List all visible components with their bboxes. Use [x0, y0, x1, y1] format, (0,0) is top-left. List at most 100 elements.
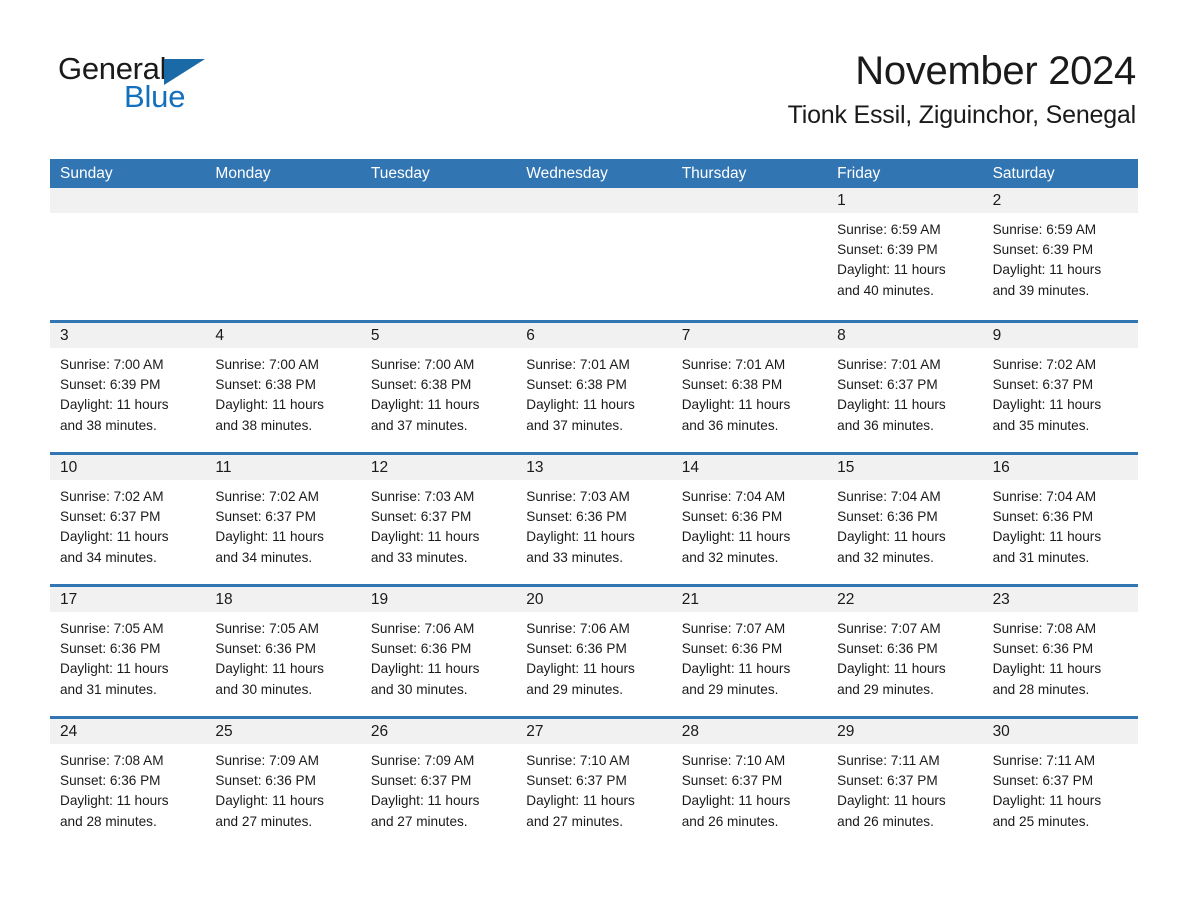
day-cell[interactable]: 4 Sunrise: 7:00 AM Sunset: 6:38 PM Daylight…	[205, 323, 361, 452]
day-cell[interactable]: 25 Sunrise: 7:09 AM Sunset: 6:36 PM Dayligh…	[205, 719, 361, 848]
daylight-text-line1: Daylight: 11 hours	[60, 397, 169, 413]
day-cell[interactable]	[360, 188, 517, 320]
day-number: 29	[827, 719, 983, 744]
day-number	[360, 188, 517, 213]
sunrise-text: Sunrise: 7:03 AM	[370, 489, 475, 504]
sunrise-text: Sunrise: 7:10 AM	[526, 753, 630, 768]
week-row: 1 Sunrise: 6:59 AM Sunset: 6:39 PM Daylight…	[50, 188, 1138, 320]
day-cell[interactable]: 28 Sunrise: 7:10 AM Sunset: 6:37 PM Dayligh…	[671, 719, 828, 848]
daylight-text-line1: Daylight: 11 hours	[215, 397, 324, 413]
generalblue-logo[interactable]: General Blue	[58, 52, 318, 116]
day-number: 8	[827, 323, 983, 348]
sunrise-text: Sunrise: 7:05 AM	[215, 621, 319, 636]
sunset-text: Sunset: 6:36 PM	[992, 641, 1094, 657]
day-cell[interactable]: 24 Sunrise: 7:08 AM Sunset: 6:36 PM Dayligh…	[50, 719, 206, 848]
day-number: 6	[516, 323, 672, 348]
day-cell[interactable]: 5 Sunrise: 7:00 AM Sunset: 6:38 PM Daylight…	[360, 323, 517, 452]
page-title: November 2024	[855, 49, 1136, 93]
daylight-text-line2: and 27 minutes.	[215, 813, 313, 829]
day-details: Sunrise: 7:09 AM Sunset: 6:37 PM Daylight:…	[361, 744, 516, 832]
sunset-text: Sunset: 6:36 PM	[370, 641, 472, 657]
sunrise-text: Sunrise: 6:59 AM	[837, 222, 941, 237]
day-cell[interactable]: 7 Sunrise: 7:01 AM Sunset: 6:38 PM Daylight…	[671, 323, 828, 452]
day-cell[interactable]: 18 Sunrise: 7:05 AM Sunset: 6:36 PM Dayligh…	[205, 587, 361, 716]
day-cell[interactable]: 2 Sunrise: 6:59 AM Sunset: 6:39 PM Daylight…	[982, 188, 1138, 320]
day-cell[interactable]: 19 Sunrise: 7:06 AM Sunset: 6:36 PM Dayligh…	[360, 587, 517, 716]
day-details: Sunrise: 7:10 AM Sunset: 6:37 PM Daylight:…	[516, 744, 671, 832]
sunrise-text: Sunrise: 7:02 AM	[215, 489, 319, 504]
day-number: 24	[50, 719, 206, 744]
day-cell[interactable]: 14 Sunrise: 7:04 AM Sunset: 6:36 PM Dayligh…	[671, 455, 828, 584]
day-cell[interactable]: 29 Sunrise: 7:11 AM Sunset: 6:37 PM Dayligh…	[827, 719, 983, 848]
day-number: 19	[360, 587, 517, 612]
day-cell[interactable]: 3 Sunrise: 7:00 AM Sunset: 6:39 PM Daylight…	[50, 323, 206, 452]
day-cell[interactable]	[205, 188, 361, 320]
sunrise-text: Sunrise: 6:59 AM	[992, 222, 1097, 237]
sunrise-text: Sunrise: 7:06 AM	[526, 621, 630, 636]
daylight-text-line2: and 33 minutes.	[370, 549, 468, 565]
sunrise-text: Sunrise: 7:09 AM	[370, 753, 475, 768]
sunset-text: Sunset: 6:39 PM	[60, 377, 161, 393]
day-number: 26	[360, 719, 517, 744]
daylight-text-line1: Daylight: 11 hours	[370, 661, 480, 677]
calendar-page: General Blue November 2024 Tionk Essil, …	[0, 0, 1188, 918]
day-details: Sunrise: 7:06 AM Sunset: 6:36 PM Daylight:…	[361, 612, 516, 700]
day-cell[interactable]: 16 Sunrise: 7:04 AM Sunset: 6:36 PM Dayligh…	[982, 455, 1138, 584]
day-cell[interactable]: 22 Sunrise: 7:07 AM Sunset: 6:36 PM Dayligh…	[827, 587, 983, 716]
day-cell[interactable]: 20 Sunrise: 7:06 AM Sunset: 6:36 PM Dayligh…	[516, 587, 672, 716]
day-details	[205, 213, 360, 220]
daylight-text-line2: and 34 minutes.	[215, 549, 313, 565]
day-cell[interactable]: 13 Sunrise: 7:03 AM Sunset: 6:36 PM Dayligh…	[516, 455, 672, 584]
day-number: 25	[205, 719, 361, 744]
day-cell[interactable]: 10 Sunrise: 7:02 AM Sunset: 6:37 PM Dayligh…	[50, 455, 206, 584]
day-details: Sunrise: 7:09 AM Sunset: 6:36 PM Daylight:…	[205, 744, 360, 832]
day-cell[interactable]: 6 Sunrise: 7:01 AM Sunset: 6:38 PM Daylight…	[516, 323, 672, 452]
logo-top-row: General	[58, 52, 318, 86]
day-cell[interactable]: 26 Sunrise: 7:09 AM Sunset: 6:37 PM Dayligh…	[360, 719, 517, 848]
sunrise-text: Sunrise: 7:02 AM	[60, 489, 164, 504]
daylight-text-line1: Daylight: 11 hours	[837, 397, 946, 413]
day-cell[interactable]: 30 Sunrise: 7:11 AM Sunset: 6:37 PM Dayligh…	[982, 719, 1138, 848]
daylight-text-line2: and 30 minutes.	[370, 681, 468, 697]
day-details	[672, 213, 827, 220]
day-number: 16	[982, 455, 1138, 480]
day-cell[interactable]: 8 Sunrise: 7:01 AM Sunset: 6:37 PM Daylight…	[827, 323, 983, 452]
day-number: 30	[982, 719, 1138, 744]
sunset-text: Sunset: 6:37 PM	[992, 377, 1094, 393]
daylight-text-line2: and 32 minutes.	[837, 549, 934, 565]
page-header: General Blue November 2024 Tionk Essil, …	[0, 0, 1188, 129]
day-details	[50, 213, 205, 220]
day-cell[interactable]	[50, 188, 206, 320]
day-details: Sunrise: 7:11 AM Sunset: 6:37 PM Daylight:…	[827, 744, 982, 832]
day-details: Sunrise: 7:08 AM Sunset: 6:36 PM Daylight:…	[50, 744, 205, 832]
daylight-text-line1: Daylight: 11 hours	[215, 793, 324, 809]
daylight-text-line1: Daylight: 11 hours	[526, 529, 635, 545]
day-number: 12	[360, 455, 517, 480]
sunrise-text: Sunrise: 7:09 AM	[215, 753, 319, 768]
day-cell[interactable]: 17 Sunrise: 7:05 AM Sunset: 6:36 PM Dayligh…	[50, 587, 206, 716]
day-details: Sunrise: 7:07 AM Sunset: 6:36 PM Daylight:…	[672, 612, 827, 700]
day-cell[interactable]: 9 Sunrise: 7:02 AM Sunset: 6:37 PM Daylight…	[982, 323, 1138, 452]
daylight-text-line2: and 33 minutes.	[526, 549, 624, 565]
day-details: Sunrise: 7:02 AM Sunset: 6:37 PM Daylight:…	[983, 348, 1138, 436]
day-cell[interactable]: 15 Sunrise: 7:04 AM Sunset: 6:36 PM Dayligh…	[827, 455, 983, 584]
week-row: 3 Sunrise: 7:00 AM Sunset: 6:39 PM Daylight…	[50, 320, 1138, 452]
day-cell[interactable]	[516, 188, 672, 320]
day-cell[interactable]: 1 Sunrise: 6:59 AM Sunset: 6:39 PM Daylight…	[827, 188, 983, 320]
sunset-text: Sunset: 6:38 PM	[215, 377, 316, 393]
day-number: 4	[205, 323, 361, 348]
weekday-header-monday: Monday	[215, 165, 271, 182]
day-number: 23	[982, 587, 1138, 612]
day-number: 5	[360, 323, 517, 348]
week-row: 24 Sunrise: 7:08 AM Sunset: 6:36 PM Dayligh…	[50, 716, 1138, 848]
day-cell[interactable]: 23 Sunrise: 7:08 AM Sunset: 6:36 PM Dayligh…	[982, 587, 1138, 716]
daylight-text-line1: Daylight: 11 hours	[60, 529, 169, 545]
day-cell[interactable]: 21 Sunrise: 7:07 AM Sunset: 6:36 PM Dayligh…	[671, 587, 828, 716]
day-cell[interactable]: 27 Sunrise: 7:10 AM Sunset: 6:37 PM Dayligh…	[516, 719, 672, 848]
day-cell[interactable]	[671, 188, 828, 320]
day-number: 27	[516, 719, 672, 744]
day-cell[interactable]: 11 Sunrise: 7:02 AM Sunset: 6:37 PM Dayligh…	[205, 455, 361, 584]
sunset-text: Sunset: 6:37 PM	[526, 773, 627, 789]
day-cell[interactable]: 12 Sunrise: 7:03 AM Sunset: 6:37 PM Dayligh…	[360, 455, 517, 584]
day-number: 15	[827, 455, 983, 480]
